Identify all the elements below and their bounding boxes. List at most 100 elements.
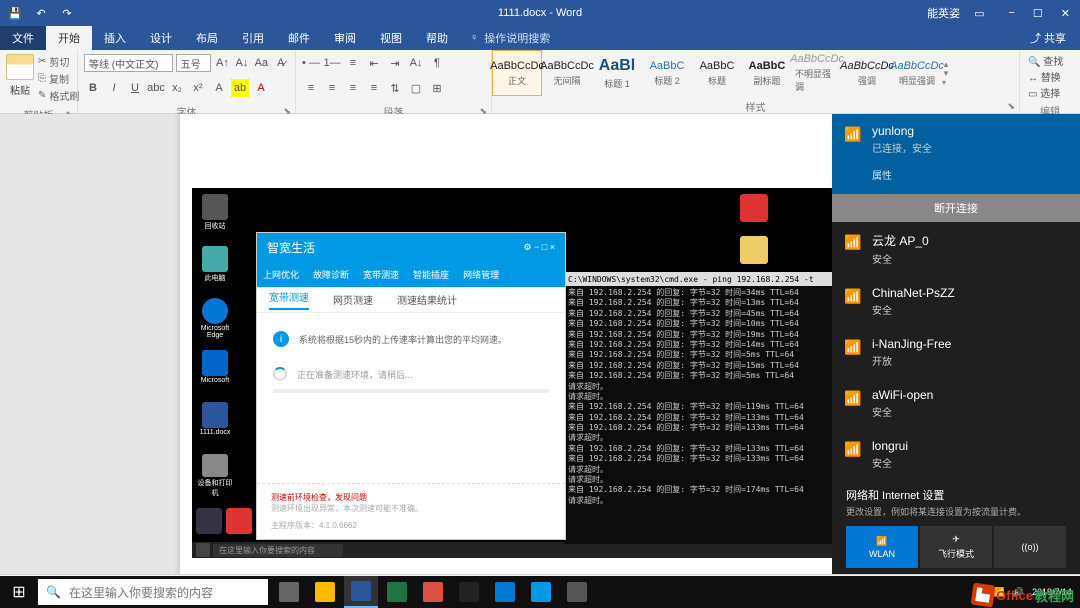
redo-icon[interactable]: ↷ (60, 6, 74, 20)
highlight-button[interactable]: ab (231, 79, 249, 97)
style-expand[interactable]: ▾ (942, 78, 956, 87)
wifi-item-4[interactable]: 📶 aWiFi-open 安全 (832, 378, 1080, 429)
bullets-button[interactable]: • — (302, 54, 320, 72)
chrome-button[interactable] (416, 576, 450, 608)
tab-review[interactable]: 审阅 (322, 26, 368, 50)
font-color-button[interactable]: A (252, 79, 270, 97)
wifi-properties-link[interactable]: 属性 (872, 167, 1064, 182)
increase-indent-button[interactable]: ⇥ (386, 54, 404, 72)
strikethrough-button[interactable]: abc (147, 79, 165, 97)
style-title[interactable]: AaBbC标题 (692, 50, 742, 96)
undo-icon[interactable]: ↶ (34, 6, 48, 20)
style-nospacing[interactable]: AaBbCcDc无间隔 (542, 50, 592, 96)
document-area[interactable]: 回收站 此电脑 Microsoft Edge Microsoft 1111.do… (0, 114, 1080, 574)
decrease-indent-button[interactable]: ⇤ (365, 54, 383, 72)
wifi-item-5[interactable]: 📶 longrui 安全 (832, 429, 1080, 480)
tab-view[interactable]: 视图 (368, 26, 414, 50)
taskview-button[interactable] (272, 576, 306, 608)
style-heading2[interactable]: AaBbC标题 2 (642, 50, 692, 96)
tab-file[interactable]: 文件 (0, 26, 46, 50)
store-button[interactable] (524, 576, 558, 608)
excel-button[interactable] (380, 576, 414, 608)
ribbon-display-icon[interactable]: ▭ (974, 7, 984, 20)
hotspot-tile[interactable]: ((o)) (994, 526, 1066, 568)
find-button[interactable]: 🔍 查找 (1028, 53, 1072, 68)
underline-button[interactable]: U (126, 79, 144, 97)
replace-button[interactable]: ↔ 替换 (1028, 69, 1072, 84)
speed-tab-1[interactable]: 宽带测速 (269, 289, 309, 310)
tb-socket[interactable]: 智能插座 (413, 268, 449, 281)
explorer-button[interactable] (308, 576, 342, 608)
wifi-item-3[interactable]: 📶 i-NanJing-Free 开放 (832, 327, 1080, 378)
line-spacing-button[interactable]: ⇅ (386, 79, 404, 97)
tab-references[interactable]: 引用 (230, 26, 276, 50)
maximize-button[interactable]: ☐ (1033, 7, 1043, 20)
style-scroll-up[interactable]: ▲ (942, 60, 956, 69)
align-center-button[interactable]: ≡ (323, 79, 341, 97)
justify-button[interactable]: ≡ (365, 79, 383, 97)
styles-launcher[interactable]: ⬊ (1007, 101, 1015, 112)
wifi-connected-item[interactable]: 📶 yunlong 已连接，安全 属性 断开连接 (832, 114, 1080, 222)
close-button[interactable]: ✕ (1061, 7, 1070, 20)
show-marks-button[interactable]: ¶ (428, 54, 446, 72)
subscript-button[interactable]: x₂ (168, 79, 186, 97)
style-subtle[interactable]: AaBbCcDc不明显强调 (792, 50, 842, 96)
copy-button[interactable]: ⎘ 复制 (38, 71, 79, 86)
clear-format-icon[interactable]: A̷ (273, 54, 289, 72)
italic-button[interactable]: I (105, 79, 123, 97)
tab-mailings[interactable]: 邮件 (276, 26, 322, 50)
start-button[interactable]: ⊞ (0, 576, 38, 608)
extra-app-button[interactable] (560, 576, 594, 608)
cmd-button[interactable] (452, 576, 486, 608)
style-scroll-down[interactable]: ▼ (942, 69, 956, 78)
font-family-selector[interactable]: 等线 (中文正文) (84, 54, 173, 72)
style-normal[interactable]: AaBbCcDc正文 (492, 50, 542, 96)
borders-button[interactable]: ⊞ (428, 79, 446, 97)
shrink-font-icon[interactable]: A↓ (234, 54, 250, 72)
tb-speed[interactable]: 宽带测速 (363, 268, 399, 281)
format-painter-button[interactable]: ✎ 格式刷 (38, 88, 79, 103)
airplane-tile[interactable]: ✈飞行模式 (920, 526, 992, 568)
tab-layout[interactable]: 布局 (184, 26, 230, 50)
tab-home[interactable]: 开始 (46, 26, 92, 50)
text-effects-button[interactable]: A (210, 79, 228, 97)
tab-insert[interactable]: 插入 (92, 26, 138, 50)
word-app-button[interactable] (344, 576, 378, 608)
style-subtitle[interactable]: AaBbC副标题 (742, 50, 792, 96)
sort-button[interactable]: A↓ (407, 54, 425, 72)
multilevel-button[interactable]: ≡ (344, 54, 362, 72)
share-button[interactable]: ⤴ 共享 (1016, 26, 1080, 50)
taskbar-search[interactable]: 🔍 在这里输入你要搜索的内容 (38, 579, 268, 605)
speed-tab-3[interactable]: 测速结果统计 (397, 292, 457, 307)
user-name[interactable]: 能英姿 (927, 5, 960, 21)
tb-optimize[interactable]: 上网优化 (263, 268, 299, 281)
change-case-icon[interactable]: Aa (253, 54, 269, 72)
superscript-button[interactable]: x² (189, 79, 207, 97)
style-heading1[interactable]: AaBl标题 1 (592, 50, 642, 96)
tb-diagnose[interactable]: 故障诊断 (313, 268, 349, 281)
tab-help[interactable]: 帮助 (414, 26, 460, 50)
save-icon[interactable]: 💾 (8, 6, 22, 20)
bold-button[interactable]: B (84, 79, 102, 97)
disconnect-button[interactable]: 断开连接 (832, 194, 1080, 222)
align-right-button[interactable]: ≡ (344, 79, 362, 97)
font-size-selector[interactable]: 五号 (176, 54, 212, 72)
select-button[interactable]: ▭ 选择 (1028, 85, 1072, 100)
wifi-item-2[interactable]: 📶 ChinaNet-PsZZ 安全 (832, 276, 1080, 327)
shading-button[interactable]: ▢ (407, 79, 425, 97)
numbering-button[interactable]: 1— (323, 54, 341, 72)
cut-button[interactable]: ✂ 剪切 (38, 54, 79, 69)
paste-button[interactable]: 粘贴 (6, 54, 34, 97)
edge-button[interactable] (488, 576, 522, 608)
tb-netmgr[interactable]: 网络管理 (463, 268, 499, 281)
speed-tab-2[interactable]: 网页测速 (333, 292, 373, 307)
style-emphasis[interactable]: AaBbCcDc强调 (842, 50, 892, 96)
tell-me-search[interactable]: ♀ 操作说明搜索 (460, 26, 560, 50)
minimize-button[interactable]: − (1008, 7, 1014, 20)
align-left-button[interactable]: ≡ (302, 79, 320, 97)
grow-font-icon[interactable]: A↑ (214, 54, 230, 72)
wifi-item-1[interactable]: 📶 云龙 AP_0 安全 (832, 222, 1080, 276)
wlan-tile[interactable]: 📶WLAN (846, 526, 918, 568)
network-settings-link[interactable]: 网络和 Internet 设置 (846, 487, 1066, 503)
style-intense[interactable]: AaBbCcDc明显强调 (892, 50, 942, 96)
